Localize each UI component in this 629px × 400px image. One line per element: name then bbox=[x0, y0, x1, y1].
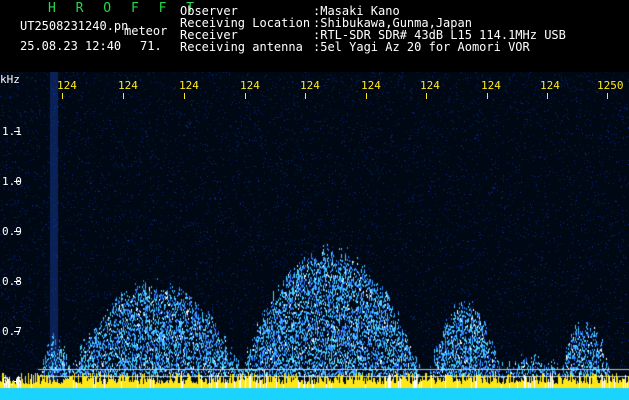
y-tick-mark bbox=[14, 181, 20, 182]
x-tick-label: 124 bbox=[179, 79, 199, 92]
x-tick-mark bbox=[366, 93, 367, 99]
x-tick-label: 124 bbox=[361, 79, 381, 92]
datetime-label: 25.08.23 12:40 bbox=[20, 39, 122, 53]
mode-label: meteor bbox=[124, 24, 168, 38]
unit-label: kHz bbox=[0, 73, 20, 86]
x-tick-label: 124 bbox=[420, 79, 440, 92]
x-tick-mark bbox=[305, 93, 306, 99]
count-label: 71. bbox=[140, 39, 162, 53]
x-tick-mark bbox=[245, 93, 246, 99]
x-tick-mark bbox=[487, 93, 488, 99]
x-tick-label: 124 bbox=[118, 79, 138, 92]
x-tick-label: 124 bbox=[540, 79, 560, 92]
x-tick-mark bbox=[123, 93, 124, 99]
filename-label: UT2508231240.pn bbox=[20, 19, 129, 33]
antenna-value: :5el Yagi Az 20 for Aomori VOR bbox=[313, 40, 530, 54]
x-tick-mark bbox=[62, 93, 63, 99]
y-tick-mark bbox=[14, 231, 20, 232]
header-panel: H R O F F T UT2508231240.pn meteor 25.08… bbox=[0, 0, 629, 72]
x-tick-mark bbox=[426, 93, 427, 99]
x-tick-label: 1250 bbox=[597, 79, 624, 92]
x-tick-label: 124 bbox=[57, 79, 77, 92]
x-tick-mark bbox=[184, 93, 185, 99]
y-tick-mark bbox=[14, 381, 20, 382]
antenna-label: Receiving antenna bbox=[180, 40, 303, 54]
y-tick-mark bbox=[14, 131, 20, 132]
x-tick-mark bbox=[607, 93, 608, 99]
brand-title: H R O F F T bbox=[48, 1, 201, 16]
y-tick-mark bbox=[14, 281, 20, 282]
spectrogram-canvas bbox=[0, 72, 629, 400]
x-tick-label: 124 bbox=[240, 79, 260, 92]
x-tick-mark bbox=[547, 93, 548, 99]
y-tick-mark bbox=[14, 331, 20, 332]
x-tick-label: 124 bbox=[300, 79, 320, 92]
x-tick-label: 124 bbox=[481, 79, 501, 92]
